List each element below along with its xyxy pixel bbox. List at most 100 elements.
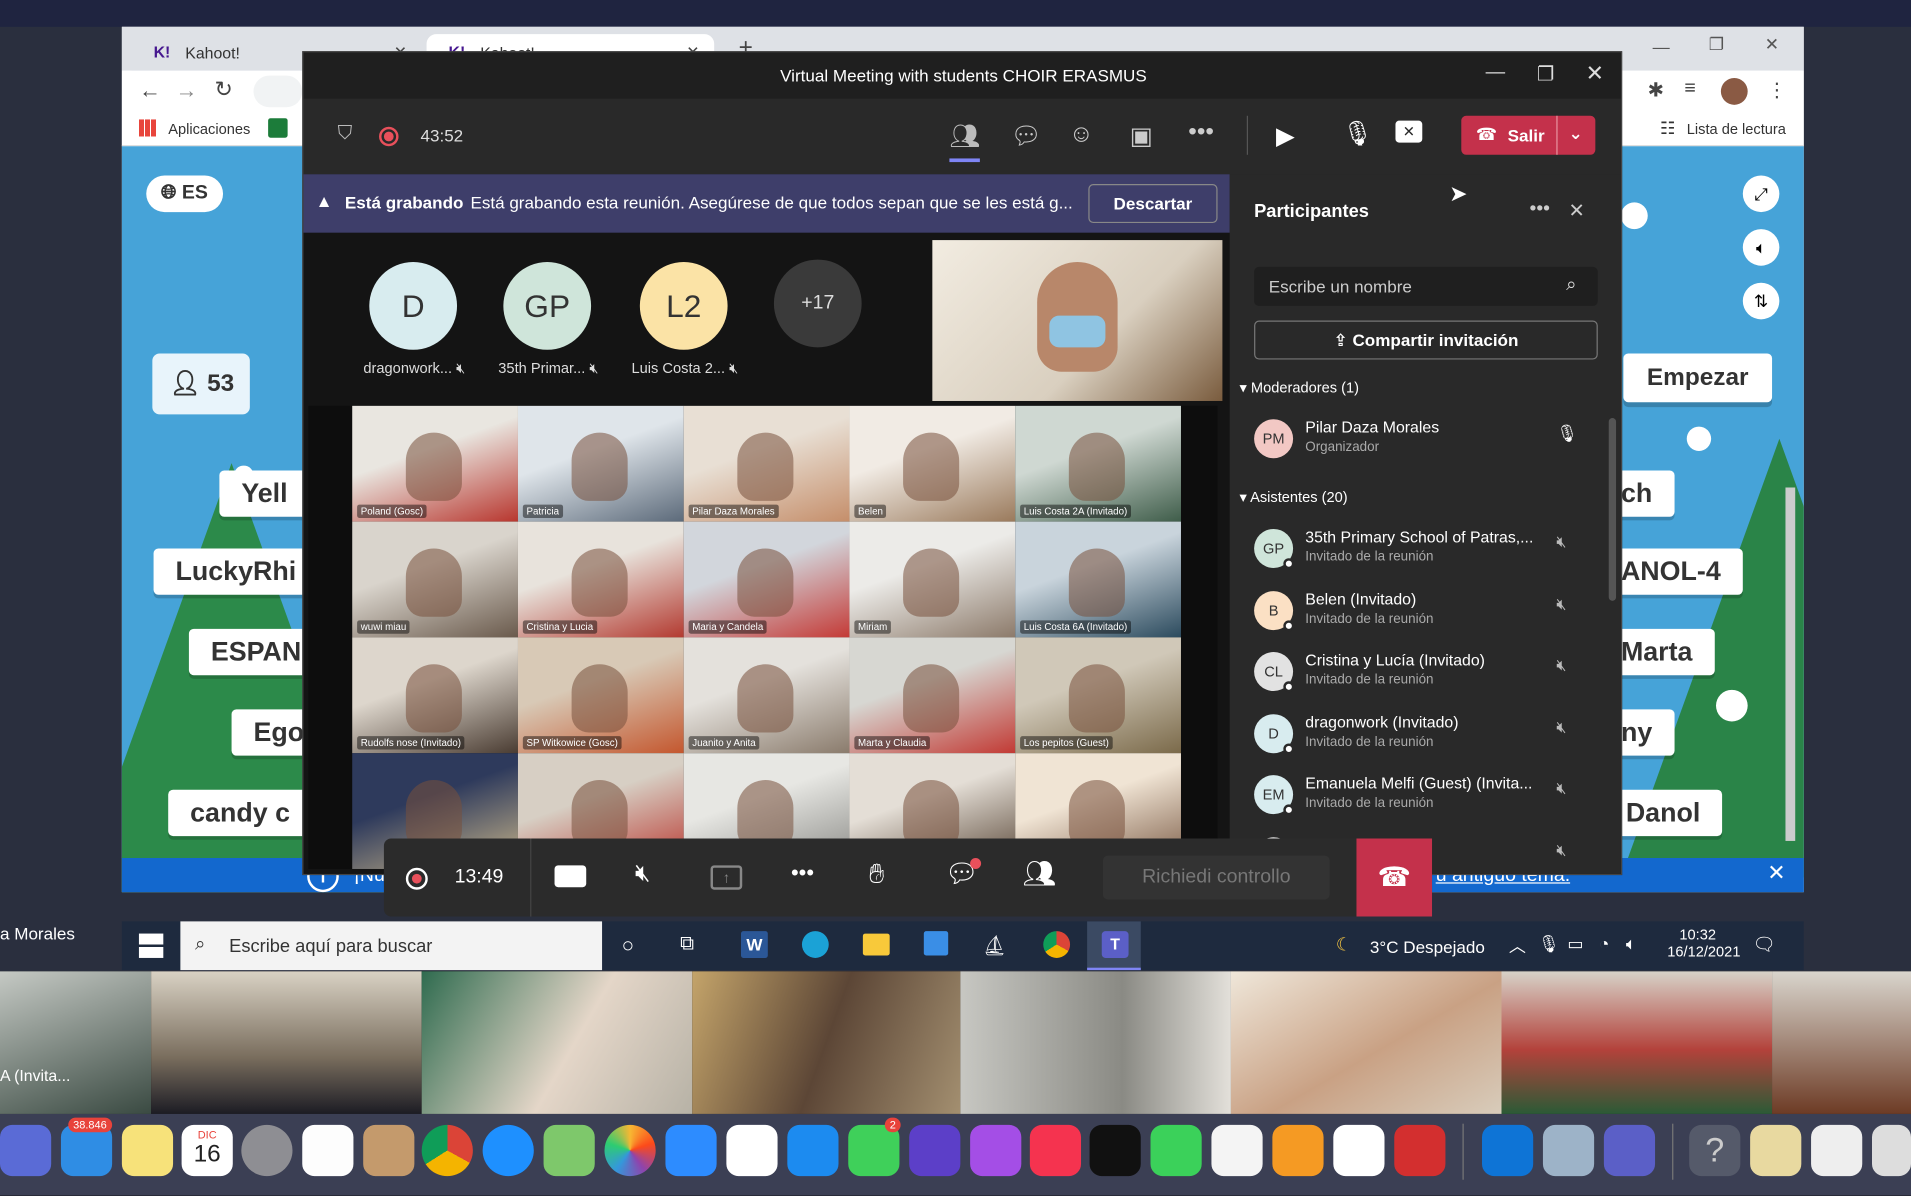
close-banner-icon[interactable]: ✕ (1767, 860, 1785, 886)
people-icon[interactable]: 👥︎ (1023, 858, 1057, 890)
keynote-icon[interactable] (1211, 1124, 1263, 1177)
maps-icon[interactable] (543, 1124, 595, 1177)
muted-mic-icon[interactable]: 🔇︎ (1556, 779, 1580, 803)
zoom-icon[interactable] (665, 1124, 717, 1177)
back-icon[interactable]: ← (139, 78, 161, 104)
share-tray-icon[interactable]: ↑ (710, 865, 743, 890)
notifications-icon[interactable]: 🗨︎ (1753, 934, 1776, 956)
extensions-icon[interactable]: ✱ (1648, 78, 1664, 102)
volume-icon[interactable]: 🔈︎ (1742, 229, 1780, 266)
view-icon[interactable]: ▣ (1130, 121, 1153, 151)
acrobat-icon[interactable] (1394, 1124, 1446, 1177)
safari-icon[interactable] (482, 1124, 534, 1177)
scrollbar[interactable] (1785, 487, 1796, 841)
raise-hand-icon[interactable]: ✋︎ (869, 858, 884, 890)
store-icon[interactable] (923, 931, 949, 956)
imovie-icon[interactable] (909, 1124, 961, 1177)
start-button[interactable]: Empezar (1623, 353, 1773, 403)
microphone-icon[interactable]: 🎙︎ (1538, 934, 1560, 955)
attendees-header[interactable]: ▾ Asistentes (20) (1239, 489, 1347, 506)
file-explorer-icon[interactable] (862, 933, 890, 956)
reload-icon[interactable]: ↻ (215, 77, 233, 103)
scrollbar[interactable] (1608, 418, 1617, 601)
participant-row[interactable]: GP 35th Primary School of Patras,... Invit… (1230, 520, 1621, 581)
chevron-up-icon[interactable]: ︿ (1509, 934, 1526, 958)
chrome-menu-icon[interactable]: ⋮ (1767, 78, 1787, 102)
messages-icon[interactable]: 2 (848, 1117, 901, 1177)
reading-list-icon[interactable]: ☷ (1660, 118, 1675, 139)
camera-icon[interactable] (554, 865, 587, 888)
volume-icon[interactable]: 🔈︎ (1626, 934, 1636, 955)
document-thumbnail[interactable] (1811, 1124, 1863, 1177)
app-icon[interactable] (1542, 1124, 1595, 1177)
restore-icon[interactable]: ❐ (1537, 62, 1554, 86)
chat-icon[interactable]: 💬︎ (1010, 121, 1041, 151)
app-store-icon[interactable] (787, 1124, 839, 1177)
more-options-icon[interactable]: ••• (1188, 118, 1214, 146)
participant-row[interactable]: B Belen (Invitado) Invitado de la reunión 🔇… (1230, 582, 1621, 643)
music-icon[interactable] (1029, 1124, 1082, 1177)
apps-bookmark[interactable]: Aplicaciones (168, 121, 250, 138)
leave-button[interactable]: ☎ Salir ⌄ (1461, 115, 1596, 155)
more-options-icon[interactable]: ••• (791, 860, 814, 886)
taskbar-search[interactable]: ⌕ Escribe aquí para buscar (180, 921, 603, 971)
microphone-icon[interactable]: 🎙︎ (1342, 118, 1373, 148)
more-options-icon[interactable]: ••• (1530, 199, 1550, 221)
microphone-icon[interactable]: 🎙︎ (1556, 423, 1580, 447)
webex-icon[interactable] (1482, 1124, 1534, 1177)
cortana-icon[interactable]: ○ (622, 934, 635, 958)
minimize-icon[interactable]: — (1653, 37, 1670, 57)
apple-tv-icon[interactable] (1089, 1124, 1141, 1177)
wifi-icon[interactable]: ◔ (1599, 934, 1609, 954)
app-icon[interactable]: ⛵︎ (982, 934, 1007, 958)
forward-icon[interactable]: → (176, 78, 198, 104)
muted-mic-icon[interactable]: 🔇︎ (1556, 533, 1580, 557)
url-input[interactable] (253, 75, 303, 108)
launchpad-icon[interactable] (0, 1124, 52, 1177)
muted-mic-icon[interactable]: 🔇︎ (635, 860, 650, 888)
reading-list-link[interactable]: Lista de lectura (1687, 121, 1786, 138)
muted-mic-icon[interactable]: 🔇︎ (1556, 840, 1580, 864)
share-off-icon[interactable]: ✕ (1395, 120, 1423, 143)
teams-taskbar-button[interactable]: T (1087, 921, 1141, 971)
calendar-icon[interactable]: DIC 16 (181, 1124, 233, 1177)
muted-mic-icon[interactable]: 🔇︎ (1556, 594, 1580, 618)
task-view-icon[interactable]: ⧉ (680, 934, 694, 956)
close-window-icon[interactable]: ✕ (1586, 61, 1604, 87)
books-icon[interactable] (1272, 1124, 1324, 1177)
system-preferences-icon[interactable] (241, 1124, 293, 1177)
media-icon[interactable]: ≡ (1684, 78, 1695, 100)
podcasts-icon[interactable] (970, 1124, 1022, 1177)
teams-icon[interactable] (1603, 1124, 1656, 1177)
weather-text[interactable]: 3°C Despejado (1370, 937, 1485, 957)
apps-grid-icon[interactable] (138, 119, 156, 137)
close-window-icon[interactable]: ✕ (1765, 34, 1779, 55)
clock[interactable]: 10:32 16/12/2021 (1667, 926, 1740, 960)
document-thumbnail[interactable] (1750, 1124, 1802, 1177)
request-control-button[interactable]: Richiedi controllo (1102, 855, 1330, 900)
reactions-icon[interactable]: ☺ (1069, 121, 1094, 149)
hangup-button[interactable]: ☎ (1356, 838, 1433, 917)
chrome-icon[interactable] (1043, 931, 1071, 958)
notes-icon[interactable] (121, 1124, 174, 1177)
people-icon[interactable]: 👥︎ (949, 121, 981, 163)
close-panel-icon[interactable]: ✕ (1569, 199, 1585, 223)
word-icon[interactable]: W (741, 931, 768, 958)
pages-icon[interactable] (1333, 1124, 1385, 1177)
mail-icon[interactable]: 38.846 (60, 1117, 113, 1177)
moderators-header[interactable]: ▾ Moderadores (1) (1239, 379, 1359, 396)
camera-icon[interactable]: ▶︎ (1276, 121, 1295, 151)
restore-icon[interactable]: ❐ (1709, 34, 1724, 55)
numbers-icon[interactable] (726, 1124, 778, 1177)
share-invite-button[interactable]: ⇪ Compartir invitación (1254, 320, 1598, 360)
more-participants-button[interactable]: +17 (773, 259, 862, 348)
chevron-down-icon[interactable]: ⌄ (1569, 123, 1583, 144)
participant-row[interactable]: Ddragonwork (Invitado) Invitado de la reu… (1230, 705, 1621, 766)
search-input[interactable]: Escribe un nombre ⌕ (1254, 266, 1598, 306)
edge-icon[interactable] (801, 931, 829, 958)
dismiss-button[interactable]: Descartar (1088, 184, 1218, 224)
reminders-icon[interactable] (302, 1124, 354, 1177)
bookmark-icon[interactable] (268, 118, 288, 138)
participant-row[interactable]: PM Pilar Daza Morales Organizador 🎙︎ (1230, 411, 1621, 472)
battery-icon[interactable]: ▭ (1567, 934, 1583, 955)
